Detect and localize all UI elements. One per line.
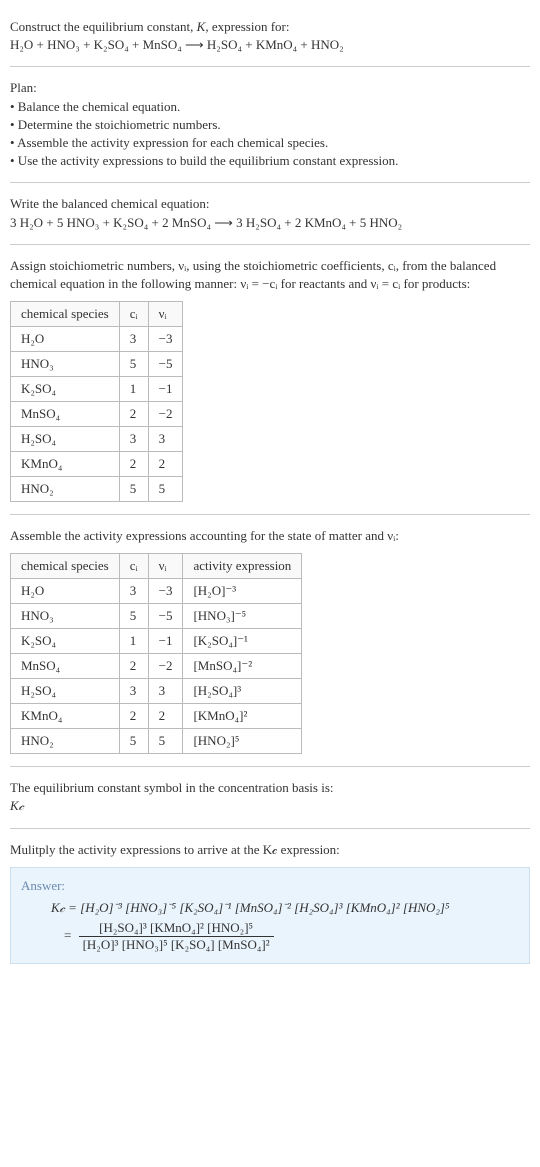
cell-v: −2 — [148, 402, 183, 427]
cell-v: 5 — [148, 729, 183, 754]
cell-species: K₂SO₄ — [11, 629, 120, 654]
plan-label: Plan: — [10, 79, 530, 97]
table-row: H₂O3−3[H₂O]⁻³ — [11, 579, 302, 604]
cell-v: −2 — [148, 654, 183, 679]
table-row: HNO₂55 — [11, 477, 183, 502]
col-activity: activity expression — [183, 554, 302, 579]
fraction-numerator: [H₂SO₄]³ [KMnO₄]² [HNO₂]⁵ — [79, 920, 274, 937]
answer-line1: K𝒸 = [H₂O]⁻³ [HNO₃]⁻⁵ [K₂SO₄]⁻¹ [MnSO₄]⁻… — [21, 900, 519, 916]
cell-species: H₂O — [11, 327, 120, 352]
cell-c: 3 — [119, 327, 148, 352]
symbol-section: The equilibrium constant symbol in the c… — [10, 779, 530, 815]
table-row: MnSO₄2−2 — [11, 402, 183, 427]
cell-activity: [K₂SO₄]⁻¹ — [183, 629, 302, 654]
activity-table: chemical species cᵢ νᵢ activity expressi… — [10, 553, 302, 754]
col-ci: cᵢ — [119, 302, 148, 327]
cell-activity: [MnSO₄]⁻² — [183, 654, 302, 679]
cell-v: 3 — [148, 679, 183, 704]
cell-activity: [KMnO₄]² — [183, 704, 302, 729]
cell-species: H₂SO₄ — [11, 679, 120, 704]
Kc-symbol: K𝒸 — [10, 797, 530, 815]
cell-species: HNO₃ — [11, 604, 120, 629]
unbalanced-equation: H₂O + HNO₃ + K₂SO₄ + MnSO₄ ⟶ H₂SO₄ + KMn… — [10, 37, 344, 52]
cell-c: 5 — [119, 352, 148, 377]
balanced-equation: 3 H₂O + 5 HNO₃ + K₂SO₄ + 2 MnSO₄ ⟶ 3 H₂S… — [10, 214, 530, 232]
prompt-prefix: Construct the equilibrium constant, — [10, 19, 197, 34]
plan-section: Plan: • Balance the chemical equation. •… — [10, 79, 530, 170]
answer-box: Answer: K𝒸 = [H₂O]⁻³ [HNO₃]⁻⁵ [K₂SO₄]⁻¹ … — [10, 867, 530, 964]
cell-c: 3 — [119, 679, 148, 704]
cell-species: K₂SO₄ — [11, 377, 120, 402]
cell-v: 2 — [148, 704, 183, 729]
table-row: KMnO₄22[KMnO₄]² — [11, 704, 302, 729]
table-row: HNO₃5−5[HNO₃]⁻⁵ — [11, 604, 302, 629]
cell-v: 2 — [148, 452, 183, 477]
cell-species: H₂SO₄ — [11, 427, 120, 452]
symbol-text: The equilibrium constant symbol in the c… — [10, 779, 530, 797]
cell-species: HNO₃ — [11, 352, 120, 377]
activity-intro: Assemble the activity expressions accoun… — [10, 527, 530, 545]
col-ci: cᵢ — [119, 554, 148, 579]
cell-v: −3 — [148, 327, 183, 352]
cell-species: HNO₂ — [11, 477, 120, 502]
cell-c: 2 — [119, 704, 148, 729]
kc-expression: K𝒸 = [H₂O]⁻³ [HNO₃]⁻⁵ [K₂SO₄]⁻¹ [MnSO₄]⁻… — [51, 900, 450, 915]
fraction-denominator: [H₂O]³ [HNO₃]⁵ [K₂SO₄] [MnSO₄]² — [79, 937, 274, 953]
col-vi: νᵢ — [148, 302, 183, 327]
cell-activity: [H₂SO₄]³ — [183, 679, 302, 704]
table-row: HNO₂55[HNO₂]⁵ — [11, 729, 302, 754]
cell-v: 3 — [148, 427, 183, 452]
cell-v: −3 — [148, 579, 183, 604]
cell-c: 2 — [119, 654, 148, 679]
cell-species: MnSO₄ — [11, 654, 120, 679]
cell-c: 5 — [119, 604, 148, 629]
cell-v: −1 — [148, 629, 183, 654]
cell-c: 1 — [119, 629, 148, 654]
plan-item: • Use the activity expressions to build … — [10, 152, 530, 170]
balanced-section: Write the balanced chemical equation: 3 … — [10, 195, 530, 231]
answer-fraction: = [H₂SO₄]³ [KMnO₄]² [HNO₂]⁵ [H₂O]³ [HNO₃… — [21, 920, 519, 953]
col-vi: νᵢ — [148, 554, 183, 579]
stoich-intro: Assign stoichiometric numbers, νᵢ, using… — [10, 257, 530, 293]
table-row: KMnO₄22 — [11, 452, 183, 477]
cell-species: KMnO₄ — [11, 704, 120, 729]
cell-activity: [HNO₃]⁻⁵ — [183, 604, 302, 629]
equals-sign: = — [64, 927, 75, 942]
cell-species: KMnO₄ — [11, 452, 120, 477]
cell-c: 2 — [119, 452, 148, 477]
cell-c: 3 — [119, 579, 148, 604]
plan-item: • Balance the chemical equation. — [10, 98, 530, 116]
table-row: HNO₃5−5 — [11, 352, 183, 377]
col-species: chemical species — [11, 554, 120, 579]
cell-c: 5 — [119, 477, 148, 502]
cell-c: 2 — [119, 402, 148, 427]
cell-v: −5 — [148, 352, 183, 377]
multiply-text: Mulitply the activity expressions to arr… — [10, 841, 530, 859]
table-row: H₂O3−3 — [11, 327, 183, 352]
cell-c: 3 — [119, 427, 148, 452]
cell-species: MnSO₄ — [11, 402, 120, 427]
cell-species: H₂O — [11, 579, 120, 604]
cell-species: HNO₂ — [11, 729, 120, 754]
cell-v: 5 — [148, 477, 183, 502]
table-row: MnSO₄2−2[MnSO₄]⁻² — [11, 654, 302, 679]
table-row: K₂SO₄1−1 — [11, 377, 183, 402]
table-row: K₂SO₄1−1[K₂SO₄]⁻¹ — [11, 629, 302, 654]
plan-item: • Determine the stoichiometric numbers. — [10, 116, 530, 134]
cell-c: 5 — [119, 729, 148, 754]
cell-c: 1 — [119, 377, 148, 402]
table-row: H₂SO₄33[H₂SO₄]³ — [11, 679, 302, 704]
cell-activity: [H₂O]⁻³ — [183, 579, 302, 604]
balanced-label: Write the balanced chemical equation: — [10, 195, 530, 213]
col-species: chemical species — [11, 302, 120, 327]
problem-statement: Construct the equilibrium constant, K, e… — [10, 18, 530, 54]
answer-label: Answer: — [21, 878, 519, 894]
cell-v: −1 — [148, 377, 183, 402]
table-row: H₂SO₄33 — [11, 427, 183, 452]
stoich-table: chemical species cᵢ νᵢ H₂O3−3 HNO₃5−5 K₂… — [10, 301, 183, 502]
plan-item: • Assemble the activity expression for e… — [10, 134, 530, 152]
cell-v: −5 — [148, 604, 183, 629]
cell-activity: [HNO₂]⁵ — [183, 729, 302, 754]
prompt-suffix: , expression for: — [205, 19, 289, 34]
